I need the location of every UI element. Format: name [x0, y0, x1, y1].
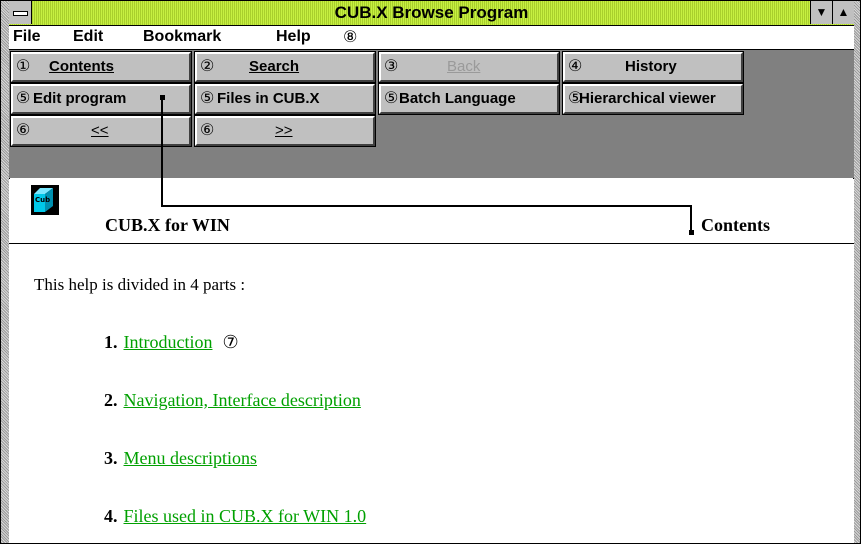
- button-label: Back: [447, 58, 481, 75]
- callout-7-marker: ⑦: [222, 332, 239, 353]
- next-topic-button[interactable]: ⑥ >>: [194, 115, 376, 147]
- item-number: 1.: [104, 332, 118, 352]
- button-number: ⑤: [384, 90, 399, 107]
- menu-bookmark[interactable]: Bookmark: [143, 27, 221, 47]
- button-label: Edit program: [33, 90, 127, 107]
- maximize-button[interactable]: ▲: [832, 1, 854, 24]
- maximize-icon: ▲: [837, 5, 850, 19]
- item-number: 3.: [104, 448, 118, 468]
- navigation-interface-link[interactable]: Navigation, Interface description: [124, 390, 361, 410]
- window-frame-right[interactable]: [853, 1, 860, 543]
- menu-file[interactable]: File: [13, 27, 41, 47]
- topic-title: CUB.X for WIN: [105, 215, 230, 235]
- title-bar[interactable]: CUB.X Browse Program ▼ ▲: [9, 1, 854, 26]
- button-label: Hierarchical viewer: [579, 90, 716, 107]
- button-number: ⑥: [200, 122, 215, 139]
- menu-bar: File Edit Bookmark Help ⑧: [9, 26, 854, 50]
- menu-edit[interactable]: Edit: [73, 27, 103, 47]
- item-number: 4.: [104, 506, 118, 526]
- topic-content: This help is divided in 4 parts : 1. Intr…: [9, 244, 854, 543]
- button-number: ⑤: [200, 90, 215, 107]
- intro-text: This help is divided in 4 parts :: [34, 275, 246, 294]
- list-item: 4. Files used in CUB.X for WIN 1.0: [104, 506, 366, 527]
- list-item: 1. Introduction ⑦: [104, 332, 239, 353]
- button-bar: ① Contents ② Search ③ Back ④ History ⑤ E…: [9, 50, 854, 178]
- button-label: Batch Language: [399, 90, 516, 107]
- button-number: ⑤: [16, 90, 31, 107]
- batch-language-button[interactable]: ⑤ Batch Language: [378, 83, 560, 115]
- history-button[interactable]: ④ History: [562, 51, 744, 83]
- minimize-button[interactable]: ▼: [810, 1, 832, 24]
- previous-topic-button[interactable]: ⑥ <<: [10, 115, 192, 147]
- button-number: ④: [568, 58, 583, 75]
- button-number: ③: [384, 58, 399, 75]
- button-label: >>: [275, 122, 293, 139]
- files-used-link[interactable]: Files used in CUB.X for WIN 1.0: [124, 506, 367, 526]
- search-button[interactable]: ② Search: [194, 51, 376, 83]
- button-label: History: [625, 58, 677, 75]
- button-number: ②: [200, 58, 215, 75]
- list-item: 3. Menu descriptions: [104, 448, 257, 469]
- hierarchical-viewer-button[interactable]: ⑤ Hierarchical viewer: [562, 83, 744, 115]
- button-label: Search: [249, 58, 300, 75]
- cubx-logo-icon: Cub X: [31, 185, 59, 215]
- window-title: CUB.X Browse Program: [334, 3, 529, 22]
- button-label: Files in CUB.X: [217, 90, 320, 107]
- menu-help[interactable]: Help: [276, 27, 311, 47]
- callout-label: Contents: [701, 215, 771, 235]
- help-window: CUB.X Browse Program ▼ ▲ File Edit Bookm…: [0, 0, 861, 544]
- button-number: ①: [16, 58, 31, 75]
- button-number: ⑥: [16, 122, 31, 139]
- files-in-cubx-button[interactable]: ⑤ Files in CUB.X: [194, 83, 376, 115]
- menu-descriptions-link[interactable]: Menu descriptions: [124, 448, 257, 468]
- minimize-icon: ▼: [815, 5, 828, 19]
- list-item: 2. Navigation, Interface description: [104, 390, 361, 411]
- back-button[interactable]: ③ Back: [378, 51, 560, 83]
- callout-8-marker: ⑧: [343, 27, 358, 46]
- button-label: <<: [91, 122, 109, 139]
- edit-program-button[interactable]: ⑤ Edit program: [10, 83, 192, 115]
- item-number: 2.: [104, 390, 118, 410]
- introduction-link[interactable]: Introduction: [124, 332, 213, 352]
- button-label: Contents: [49, 58, 114, 75]
- topic-header: Cub X CUB.X for WIN Contents: [9, 179, 854, 244]
- logo-text: Cub X: [35, 196, 59, 204]
- contents-button[interactable]: ① Contents: [10, 51, 192, 83]
